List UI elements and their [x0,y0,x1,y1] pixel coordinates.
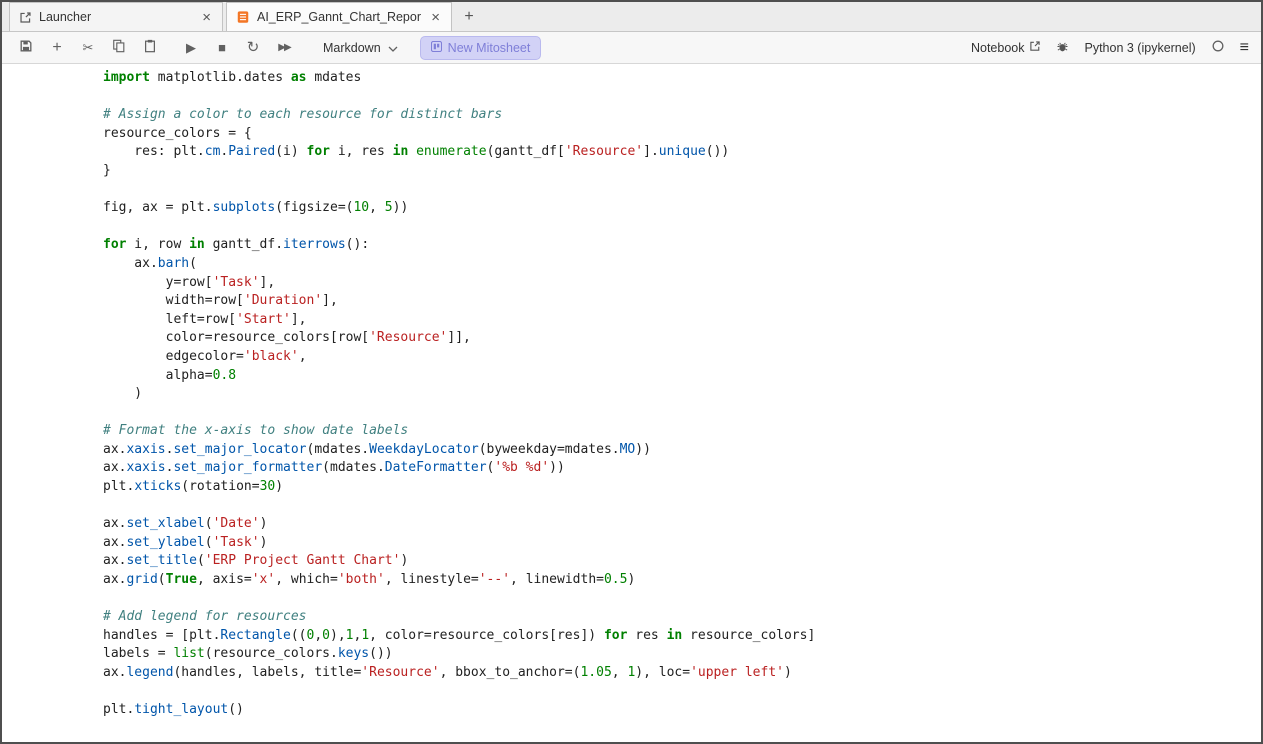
code-line: handles = [plt.Rectangle((0,0),1,1, colo… [103,627,816,643]
code-line: alpha=0.8 [103,367,237,383]
notebook-icon [236,10,250,24]
code-editor[interactable]: import matplotlib.dates as mdates # Assig… [103,64,1261,742]
stop-icon: ■ [218,40,226,55]
tab-bar: Launcher × AI_ERP_Gannt_Chart_Repor × + [2,2,1261,32]
save-button[interactable] [14,36,38,60]
clipboard-icon [143,39,157,56]
jupyterlab-window: Launcher × AI_ERP_Gannt_Chart_Repor × + … [0,0,1263,744]
notebook-external-link[interactable]: Notebook [971,40,1042,55]
toolbar-menu-button[interactable]: ≡ [1239,38,1249,56]
run-icon: ▶ [186,40,196,55]
copy-icon [112,39,126,56]
cell-type-value: Markdown [323,40,381,55]
code-line: ax.xaxis.set_major_formatter(mdates.Date… [103,460,565,476]
code-line: ax.legend(handles, labels, title='Resour… [103,665,792,680]
code-line: res: plt.cm.Paired(i) for i, res in enum… [103,144,730,160]
code-line: ax.xaxis.set_major_locator(mdates.Weekda… [103,441,651,457]
mitosheet-icon [430,40,442,55]
restart-icon: ↻ [246,39,260,56]
code-line: ax.barh( [103,255,197,271]
interrupt-kernel-button[interactable]: ■ [210,36,234,60]
kernel-idle-circle-icon [1211,39,1225,56]
tab-notebook[interactable]: AI_ERP_Gannt_Chart_Repor × [226,2,452,31]
restart-kernel-button[interactable]: ↻ [241,36,265,60]
code-line: for i, row in gantt_df.iterrows(): [103,237,370,253]
restart-run-all-button[interactable]: ▶▶ [272,36,296,60]
notebook-link-label: Notebook [970,40,1025,55]
code-line: ax.grid(True, axis='x', which='both', li… [103,572,636,588]
external-link-icon [1029,40,1041,55]
code-line: ax.set_xlabel('Date') [103,516,268,532]
toolbar-right: Notebook Python 3 (ipykernel) ≡ [971,39,1249,56]
kernel-name[interactable]: Python 3 (ipykernel) [1084,41,1195,55]
tab-label: AI_ERP_Gannt_Chart_Repor [257,10,421,24]
cell-type-dropdown[interactable]: Markdown [317,38,404,58]
scissors-icon: ✂ [82,40,94,55]
code-line: y=row['Task'], [103,274,276,290]
fast-forward-icon: ▶▶ [278,41,291,53]
chevron-down-icon [388,41,398,55]
code-line: ax.set_title('ERP Project Gantt Chart') [103,553,409,569]
code-line: labels = list(resource_colors.keys()) [103,646,393,662]
code-line: fig, ax = plt.subplots(figsize=(10, 5)) [103,200,409,216]
code-line: color=resource_colors[row['Resource']], [103,330,471,346]
close-icon[interactable]: × [429,10,442,25]
tab-launcher[interactable]: Launcher × [9,2,223,31]
code-line: plt.xticks(rotation=30) [103,479,284,495]
hamburger-menu-icon: ≡ [1239,38,1249,56]
code-line: edgecolor='black', [103,348,307,364]
debugger-button[interactable] [1056,40,1069,56]
code-line: ) [103,386,143,402]
add-cell-button[interactable]: + [45,36,69,60]
add-tab-button[interactable]: + [455,2,483,31]
notebook-toolbar: + ✂ ▶ ■ ↻ ▶▶ Markdown New Mitosheet Note… [2,32,1261,64]
code-line: # Assign a color to each resource for di… [103,107,503,123]
close-icon[interactable]: × [200,10,213,25]
code-line: resource_colors = { [103,125,252,141]
code-line: plt.tight_layout() [103,702,244,718]
code-line: # Format the x-axis to show date labels [103,423,409,439]
new-mitosheet-label: New Mitosheet [447,40,531,55]
plus-icon: + [52,38,62,56]
tab-label: Launcher [39,10,92,24]
run-cell-button[interactable]: ▶ [179,36,203,60]
code-line: } [103,162,111,178]
code-line: width=row['Duration'], [103,293,338,309]
copy-cell-button[interactable] [107,36,131,60]
notebook-content: import matplotlib.dates as mdates # Assig… [2,64,1261,742]
save-icon [19,39,33,56]
kernel-status-indicator[interactable] [1211,39,1225,56]
code-line: ax.set_ylabel('Task') [103,534,268,550]
launcher-icon [19,11,32,24]
code-line: left=row['Start'], [103,311,307,327]
paste-cell-button[interactable] [138,36,162,60]
cell-gutter [2,64,103,742]
code-line: # Add legend for resources [103,609,307,625]
cut-cell-button[interactable]: ✂ [76,36,100,60]
new-mitosheet-button[interactable]: New Mitosheet [419,35,542,60]
code-line: import matplotlib.dates as mdates [103,70,362,85]
bug-icon [1056,40,1069,56]
